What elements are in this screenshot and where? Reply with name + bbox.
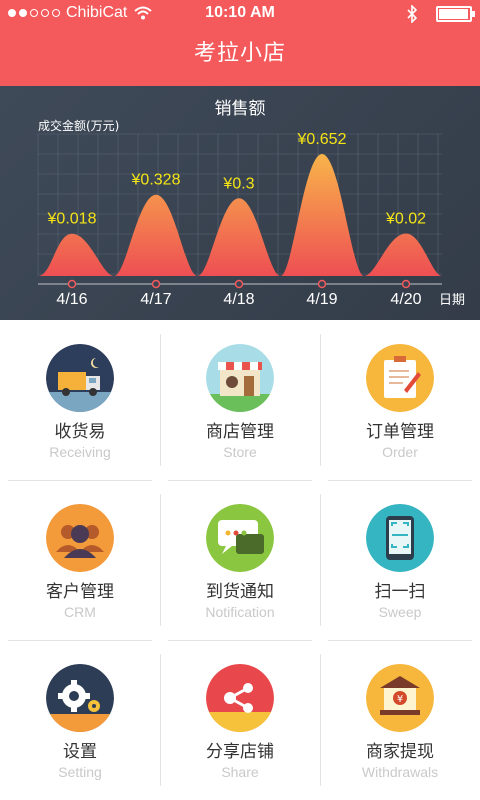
menu-item-subtitle: Setting [58,764,102,780]
chat-icon [206,504,274,572]
chart-title: 销售额 [215,99,266,119]
data-label: ¥0.3 [222,175,254,192]
x-tick-label: 4/19 [306,291,337,308]
x-tick-label: 4/16 [56,291,87,308]
menu-item-subtitle: Store [223,444,257,460]
menu-item-title: 客户管理 [46,582,114,602]
menu-item-subtitle: CRM [64,604,96,620]
data-label: ¥0.652 [297,131,347,148]
menu-item-subtitle: Withdrawals [361,764,439,780]
bank-icon: ¥ [366,664,434,732]
menu-item-subtitle: Notification [205,604,275,620]
grid-divider [328,480,472,481]
x-tick-label: 4/20 [390,291,421,308]
x-tick-marker [234,279,244,289]
menu-item-subtitle: Order [382,444,418,460]
svg-text:¥: ¥ [397,694,403,705]
status-right [406,5,475,23]
sales-area [38,154,442,276]
x-tick-marker [401,279,411,289]
function-menu: 收货易 Receiving 商店管理 Store 订单管理 Order 客户管理 CRM 到货通… [0,320,480,800]
menu-item-subtitle: Sweep [378,604,422,620]
grid-divider [320,654,321,786]
menu-item-title: 收货易 [54,422,106,442]
menu-item-sweep[interactable]: 扫一扫 Sweep [320,480,480,640]
menu-item-title: 设置 [63,742,97,762]
nav-bar: 考拉小店 [0,28,480,86]
menu-item-share[interactable]: 分享店铺 Share [160,640,320,800]
grid-divider [320,494,321,626]
menu-item-subtitle: Receiving [49,444,111,460]
menu-item-title: 订单管理 [366,422,434,442]
grid-divider [320,334,321,466]
grid-divider [328,640,472,641]
x-tick-marker [317,279,327,289]
data-label: ¥0.328 [131,172,181,189]
grid-divider [8,640,152,641]
menu-item-receiving[interactable]: 收货易 Receiving [0,320,160,480]
menu-item-title: 到货通知 [206,582,274,602]
grid-divider [168,480,312,481]
menu-item-title: 商家提现 [366,742,434,762]
x-tick-label: 4/18 [223,291,254,308]
menu-item-crm[interactable]: 客户管理 CRM [0,480,160,640]
grid-divider [8,480,152,481]
menu-item-setting[interactable]: 设置 Setting [0,640,160,800]
sales-chart-svg: 销售额成交金额(万元) 4/16 ¥0.018 4/17 ¥0.328 4/18 ¥0.3 4… [37,99,465,308]
battery-icon [436,6,475,22]
x-axis-label: 日期 [439,293,465,308]
gear-icon [46,664,114,732]
grid-divider [160,494,161,626]
menu-item-store[interactable]: 商店管理 Store [160,320,320,480]
status-bar: ChibiCat 10:10 AM [0,0,480,28]
menu-item-withdrawals[interactable]: ¥ 商家提现 Withdrawals [320,640,480,800]
x-tick-label: 4/17 [140,291,171,308]
grid-divider [168,640,312,641]
menu-item-subtitle: Share [221,764,259,780]
menu-item-order[interactable]: 订单管理 Order [320,320,480,480]
page-title: 考拉小店 [193,41,286,66]
data-label: ¥0.018 [47,211,97,228]
store-icon [206,344,274,412]
menu-item-title: 商店管理 [206,422,274,442]
sales-chart: 销售额成交金额(万元) 4/16 ¥0.018 4/17 ¥0.328 4/18 ¥0.3 4… [0,86,480,320]
y-axis-label: 成交金额(万元) [38,118,119,133]
grid-divider [160,334,161,466]
grid-divider [160,654,161,786]
menu-item-notification[interactable]: 到货通知 Notification [160,480,320,640]
menu-item-title: 分享店铺 [206,742,274,762]
clipboard-icon [366,344,434,412]
x-tick-marker [67,279,77,289]
x-tick-marker [151,279,161,289]
people-icon [46,504,114,572]
bluetooth-icon [407,5,418,23]
share-icon [206,664,274,732]
scan-icon [366,504,434,572]
truck-icon [46,344,114,412]
data-label: ¥0.02 [385,210,426,227]
menu-item-title: 扫一扫 [374,582,426,602]
